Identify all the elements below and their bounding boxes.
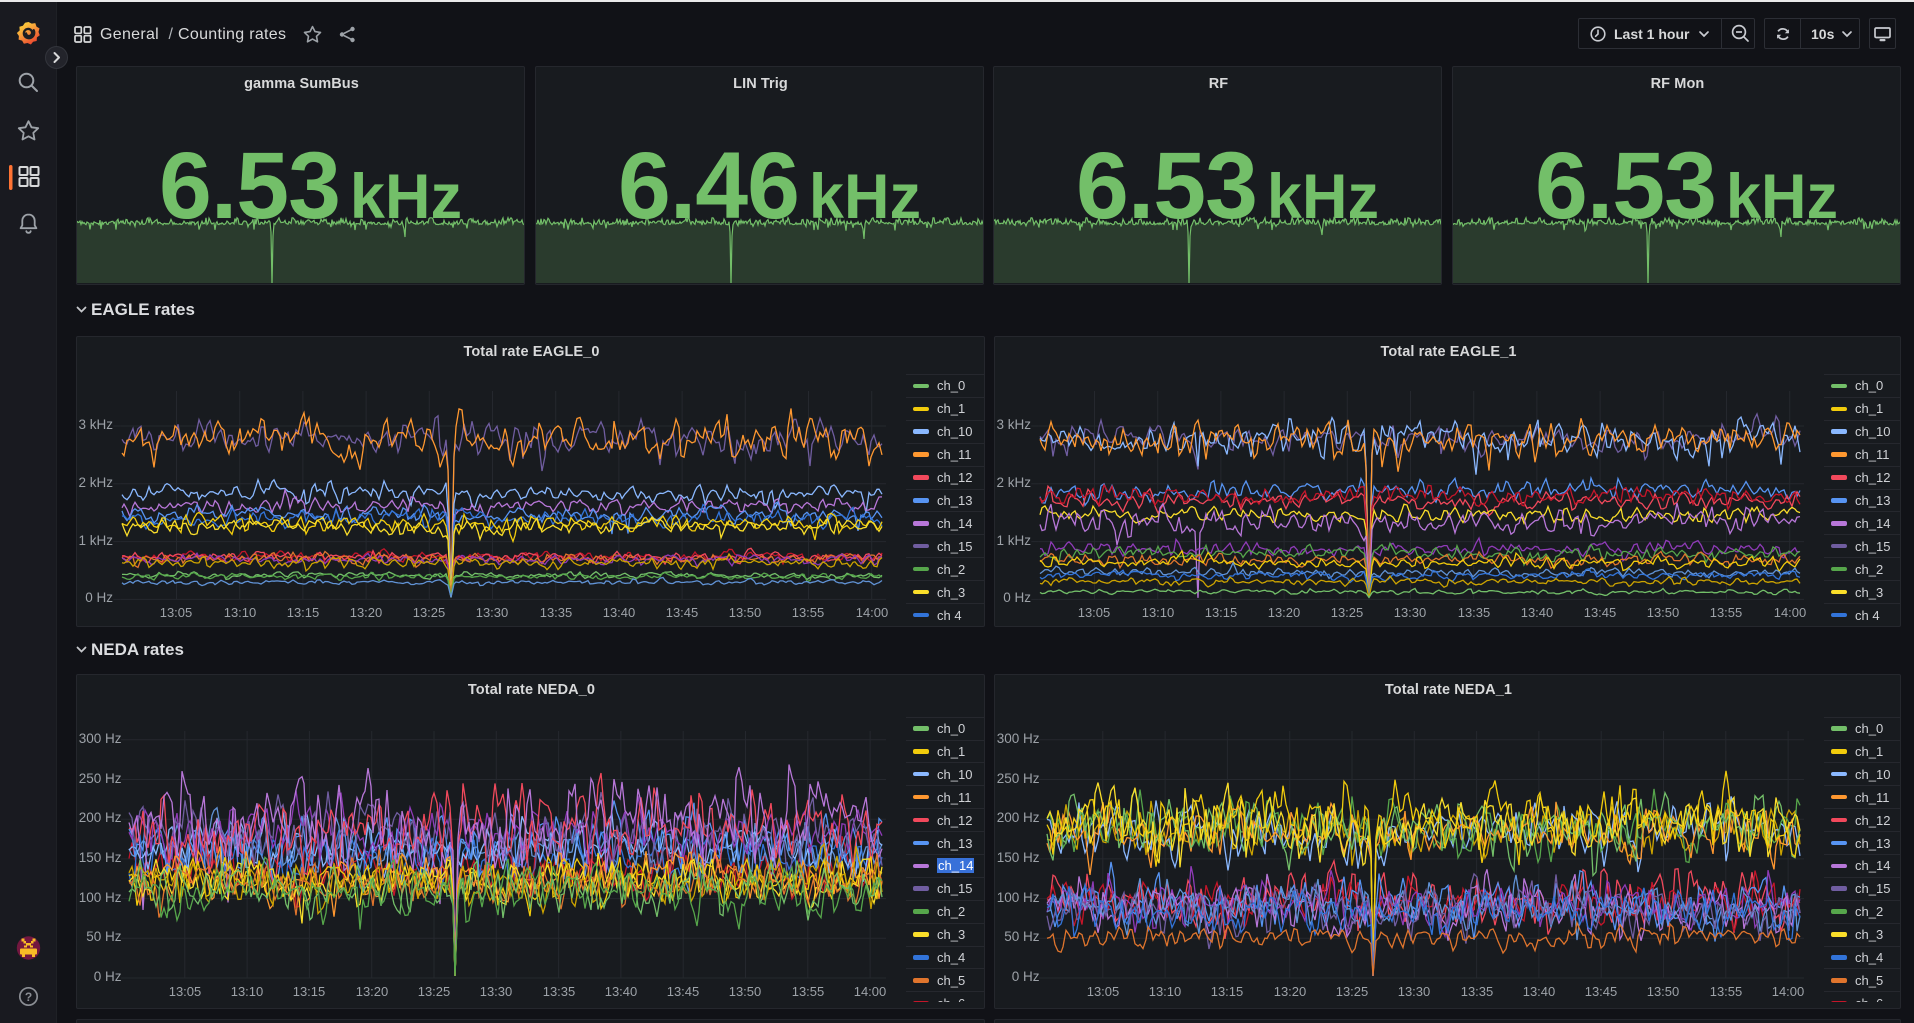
svg-text:?: ? [25, 990, 32, 1004]
